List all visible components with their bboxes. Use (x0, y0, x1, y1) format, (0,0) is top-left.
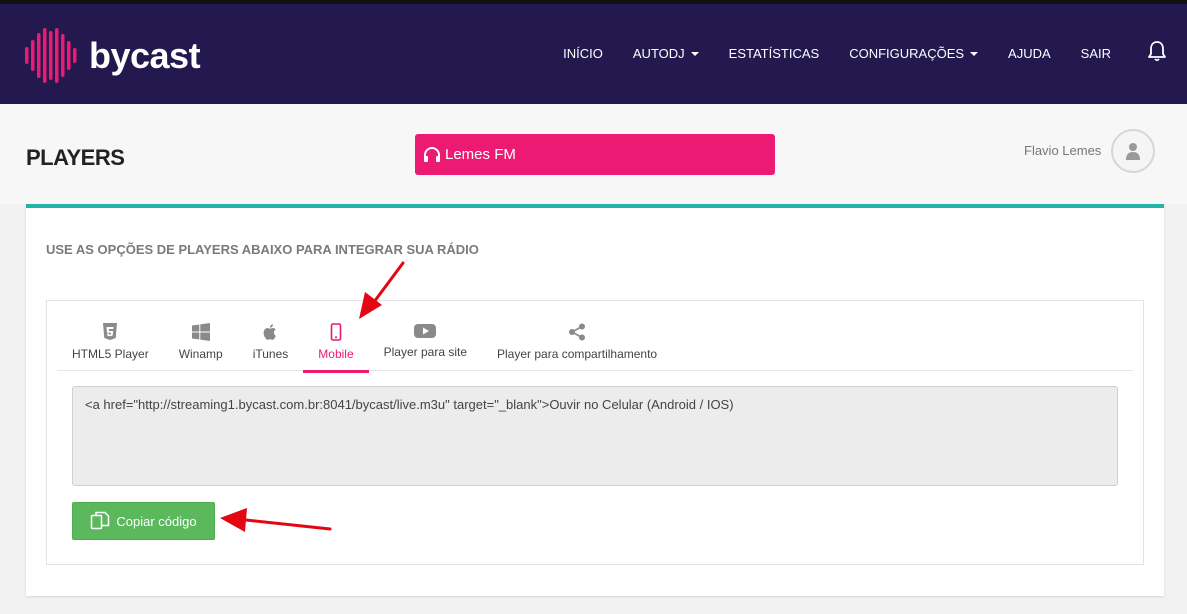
nav-sair[interactable]: SAIR (1081, 46, 1111, 61)
apple-icon (263, 324, 276, 340)
nav-inicio[interactable]: INÍCIO (563, 46, 603, 61)
bell-icon[interactable] (1147, 40, 1167, 67)
avatar[interactable] (1111, 129, 1155, 173)
nav-estatisticas-label: ESTATÍSTICAS (728, 46, 820, 61)
copy-icon (91, 511, 110, 530)
logo-text: bycast (89, 34, 201, 76)
tab-mobile[interactable]: Mobile (303, 301, 369, 373)
mobile-icon (330, 323, 342, 341)
players-panel: HTML5 Player Winamp iTunes Mobile Player… (46, 300, 1144, 565)
tab-label: Player para site (383, 345, 468, 359)
main-nav: INÍCIO AUTODJ ESTATÍSTICAS CONFIGURAÇÕES… (533, 40, 1167, 67)
nav-autodj-label: AUTODJ (632, 46, 685, 61)
nav-configuracoes-label: CONFIGURAÇÕES (849, 46, 965, 61)
tab-player-para-site[interactable]: Player para site (369, 301, 482, 373)
tab-label: Winamp (178, 347, 223, 361)
navbar: bycast INÍCIO AUTODJ ESTATÍSTICAS CONFIG… (0, 4, 1187, 104)
card-subtitle: USE AS OPÇÕES DE PLAYERS ABAIXO PARA INT… (46, 242, 479, 257)
tab-html5-player[interactable]: HTML5 Player (57, 301, 164, 373)
embed-code-textarea[interactable]: <a href="http://streaming1.bycast.com.br… (72, 386, 1118, 486)
copy-code-label: Copiar código (116, 513, 197, 529)
user-icon (1126, 143, 1140, 160)
caret-down-icon (690, 51, 699, 56)
tab-winamp[interactable]: Winamp (164, 301, 238, 373)
nav-inicio-label: INÍCIO (563, 46, 603, 61)
nav-ajuda[interactable]: AJUDA (1008, 46, 1051, 61)
share-icon (569, 323, 586, 341)
page-header: PLAYERS Lemes FM Flavio Lemes (0, 104, 1187, 204)
nav-ajuda-label: AJUDA (1008, 46, 1051, 61)
tab-label: iTunes (252, 347, 289, 361)
tab-player-para-compartilhamento[interactable]: Player para compartilhamento (482, 301, 672, 373)
players-card: USE AS OPÇÕES DE PLAYERS ABAIXO PARA INT… (26, 204, 1164, 596)
tab-label: HTML5 Player (72, 347, 149, 361)
nav-configuracoes[interactable]: CONFIGURAÇÕES (849, 46, 979, 61)
headphones-icon (424, 146, 440, 162)
logo[interactable]: bycast (24, 28, 201, 83)
nav-estatisticas[interactable]: ESTATÍSTICAS (729, 46, 820, 61)
nav-autodj[interactable]: AUTODJ (633, 46, 699, 61)
caret-down-icon (970, 51, 979, 56)
windows-icon (191, 323, 210, 341)
tab-label: Player para compartilhamento (497, 347, 658, 361)
player-tabs: HTML5 Player Winamp iTunes Mobile Player… (57, 301, 1133, 373)
copy-code-button[interactable]: Copiar código (72, 502, 215, 540)
tab-itunes[interactable]: iTunes (238, 301, 304, 373)
radio-selector-button[interactable]: Lemes FM (415, 134, 775, 175)
logo-waveform-icon (25, 28, 77, 83)
radio-name: Lemes FM (445, 146, 516, 163)
tab-label: Mobile (318, 347, 354, 361)
nav-sair-label: SAIR (1080, 46, 1111, 61)
youtube-icon (414, 324, 437, 338)
user-name: Flavio Lemes (1024, 143, 1102, 158)
page-title: PLAYERS (26, 145, 125, 170)
html5-icon (103, 323, 118, 340)
